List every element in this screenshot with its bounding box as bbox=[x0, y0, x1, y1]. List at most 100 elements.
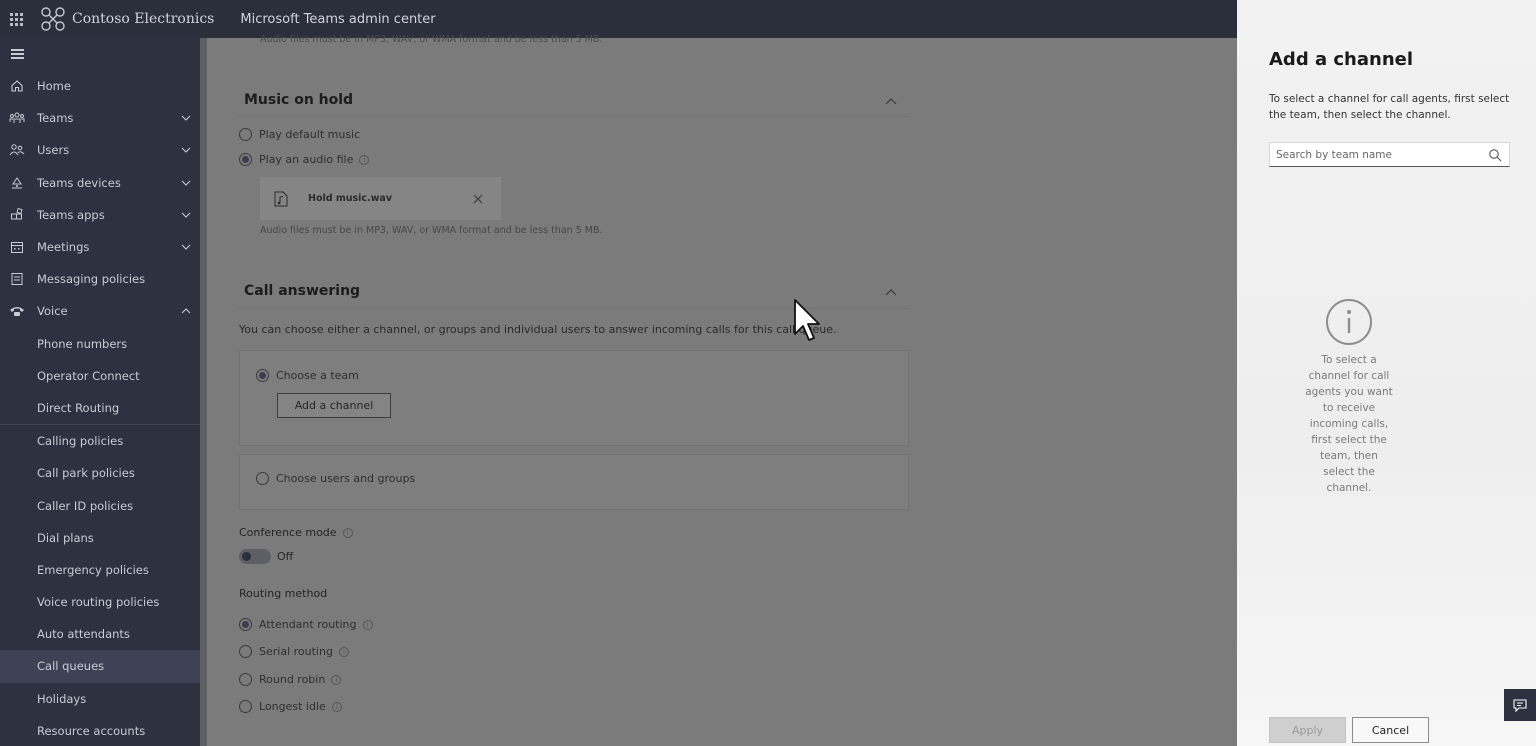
info-icon[interactable]: i bbox=[359, 154, 370, 165]
main-content: Audio files must be in MP3, WAV, or WMA … bbox=[207, 34, 1237, 746]
radio-button[interactable] bbox=[256, 369, 269, 382]
chevron-down-icon bbox=[172, 115, 200, 122]
section-divider bbox=[238, 116, 910, 117]
teams-icon bbox=[9, 110, 25, 126]
info-icon[interactable]: i bbox=[362, 619, 373, 630]
sidebar-item-meetings[interactable]: Meetings bbox=[0, 231, 200, 263]
team-search-box[interactable] bbox=[1269, 142, 1510, 167]
sidebar-item-users[interactable]: Users bbox=[0, 134, 200, 166]
info-icon[interactable]: i bbox=[331, 701, 342, 712]
radio-longest-idle[interactable]: Longest idle i bbox=[239, 700, 342, 713]
radio-serial-routing[interactable]: Serial routing i bbox=[239, 645, 349, 658]
sidebar-item-teams[interactable]: Teams bbox=[0, 102, 200, 134]
sidebar-item-label: Calling policies bbox=[37, 434, 124, 449]
call-answering-description: You can choose either a channel, or grou… bbox=[239, 323, 837, 336]
sidebar-item-label: Voice routing policies bbox=[37, 595, 160, 610]
sidebar-item-teams-apps[interactable]: Teams apps bbox=[0, 199, 200, 231]
chevron-up-icon[interactable] bbox=[884, 96, 898, 106]
sidebar-item-label: Meetings bbox=[37, 240, 90, 255]
sidebar-item-phone-numbers[interactable]: Phone numbers bbox=[0, 328, 200, 360]
radio-round-robin[interactable]: Round robin i bbox=[239, 673, 342, 686]
search-icon[interactable] bbox=[1488, 148, 1502, 162]
music-on-hold-title: Music on hold bbox=[244, 92, 354, 108]
radio-button[interactable] bbox=[239, 128, 252, 141]
radio-play-default-music[interactable]: Play default music bbox=[239, 128, 360, 141]
info-icon[interactable]: i bbox=[342, 527, 353, 538]
close-icon[interactable] bbox=[472, 193, 484, 205]
sidebar-item-auto-attendants[interactable]: Auto attendants bbox=[0, 618, 200, 650]
radio-attendant-routing[interactable]: Attendant routing i bbox=[239, 618, 373, 631]
sidebar-item-label: Auto attendants bbox=[37, 627, 130, 642]
radio-label: Round robin bbox=[259, 673, 326, 686]
sidebar-item-teams-devices[interactable]: Teams devices bbox=[0, 167, 200, 199]
audio-file-icon bbox=[274, 191, 288, 206]
radio-label: Longest idle bbox=[259, 700, 326, 713]
radio-button[interactable] bbox=[256, 472, 269, 485]
mouse-cursor-icon bbox=[794, 299, 820, 341]
sidebar-item-holidays[interactable]: Holidays bbox=[0, 683, 200, 715]
info-circle-icon bbox=[1326, 299, 1372, 345]
info-icon[interactable]: i bbox=[331, 674, 342, 685]
info-icon[interactable]: i bbox=[338, 646, 349, 657]
collapse-nav-button[interactable] bbox=[0, 38, 200, 70]
apply-button[interactable]: Apply bbox=[1269, 717, 1346, 743]
sidebar-item-label: Resource accounts bbox=[37, 723, 146, 738]
sidebar-item-call-park-policies[interactable]: Call park policies bbox=[0, 457, 200, 489]
sidebar-item-emergency-policies[interactable]: Emergency policies bbox=[0, 554, 200, 586]
add-channel-button[interactable]: Add a channel bbox=[277, 393, 391, 418]
panel-title: Add a channel bbox=[1269, 49, 1414, 70]
sidebar-item-label: Direct Routing bbox=[37, 400, 120, 415]
radio-button[interactable] bbox=[239, 153, 252, 166]
sidebar-item-voice-routing-policies[interactable]: Voice routing policies bbox=[0, 586, 200, 618]
sidebar-item-resource-accounts[interactable]: Resource accounts bbox=[0, 715, 200, 746]
sidebar-item-operator-connect[interactable]: Operator Connect bbox=[0, 360, 200, 392]
chevron-down-icon bbox=[172, 244, 200, 250]
sidebar-scrollbar[interactable] bbox=[200, 38, 207, 746]
phone-icon bbox=[9, 303, 25, 319]
conference-mode-text: Conference mode bbox=[239, 526, 337, 539]
radio-button[interactable] bbox=[239, 618, 252, 631]
radio-label: Play an audio file bbox=[259, 153, 354, 166]
sidebar-item-caller-id-policies[interactable]: Caller ID policies bbox=[0, 489, 200, 521]
routing-method-label: Routing method bbox=[239, 587, 327, 600]
sidebar-item-call-queues[interactable]: Call queues bbox=[0, 650, 200, 683]
radio-button[interactable] bbox=[239, 673, 252, 686]
sidebar: Home Teams Users Teams devices Teams app… bbox=[0, 38, 200, 746]
apps-icon bbox=[9, 207, 25, 223]
chevron-up-icon bbox=[172, 308, 200, 314]
radio-label: Serial routing bbox=[259, 645, 333, 658]
chevron-up-icon[interactable] bbox=[884, 287, 898, 297]
sidebar-item-home[interactable]: Home bbox=[0, 70, 200, 102]
sidebar-item-label: Users bbox=[37, 143, 70, 158]
team-search-input[interactable] bbox=[1270, 148, 1488, 161]
app-launcher-button[interactable] bbox=[0, 0, 32, 38]
add-channel-panel: Add a channel To select a channel for ca… bbox=[1237, 0, 1536, 746]
call-answering-title: Call answering bbox=[244, 283, 361, 299]
sidebar-item-voice[interactable]: Voice bbox=[0, 295, 200, 327]
feedback-chat-icon bbox=[1513, 698, 1527, 712]
devices-icon bbox=[9, 175, 25, 191]
radio-choose-team[interactable]: Choose a team bbox=[256, 369, 359, 382]
radio-choose-users-groups[interactable]: Choose users and groups bbox=[256, 472, 415, 485]
sidebar-item-direct-routing[interactable]: Direct Routing bbox=[0, 392, 200, 424]
cancel-button[interactable]: Cancel bbox=[1352, 717, 1429, 743]
conference-mode-state: Off bbox=[277, 550, 294, 563]
calendar-icon bbox=[9, 239, 25, 255]
sidebar-item-messaging-policies[interactable]: Messaging policies bbox=[0, 263, 200, 295]
conference-mode-toggle[interactable] bbox=[239, 549, 271, 564]
radio-play-audio-file[interactable]: Play an audio file i bbox=[239, 153, 370, 166]
sidebar-item-label: Phone numbers bbox=[37, 336, 128, 351]
feedback-button[interactable] bbox=[1504, 689, 1536, 721]
app-title[interactable]: Microsoft Teams admin center bbox=[240, 12, 435, 27]
waffle-icon bbox=[9, 12, 23, 26]
chevron-down-icon bbox=[172, 180, 200, 186]
radio-label: Choose users and groups bbox=[276, 472, 416, 485]
messaging-icon bbox=[9, 271, 25, 287]
home-icon bbox=[9, 78, 25, 94]
radio-button[interactable] bbox=[239, 645, 252, 658]
sidebar-item-dial-plans[interactable]: Dial plans bbox=[0, 522, 200, 554]
sidebar-item-calling-policies[interactable]: Calling policies bbox=[0, 425, 200, 457]
sidebar-item-label: Voice bbox=[37, 304, 68, 319]
radio-button[interactable] bbox=[239, 700, 252, 713]
org-name[interactable]: Contoso Electronics bbox=[72, 11, 214, 27]
